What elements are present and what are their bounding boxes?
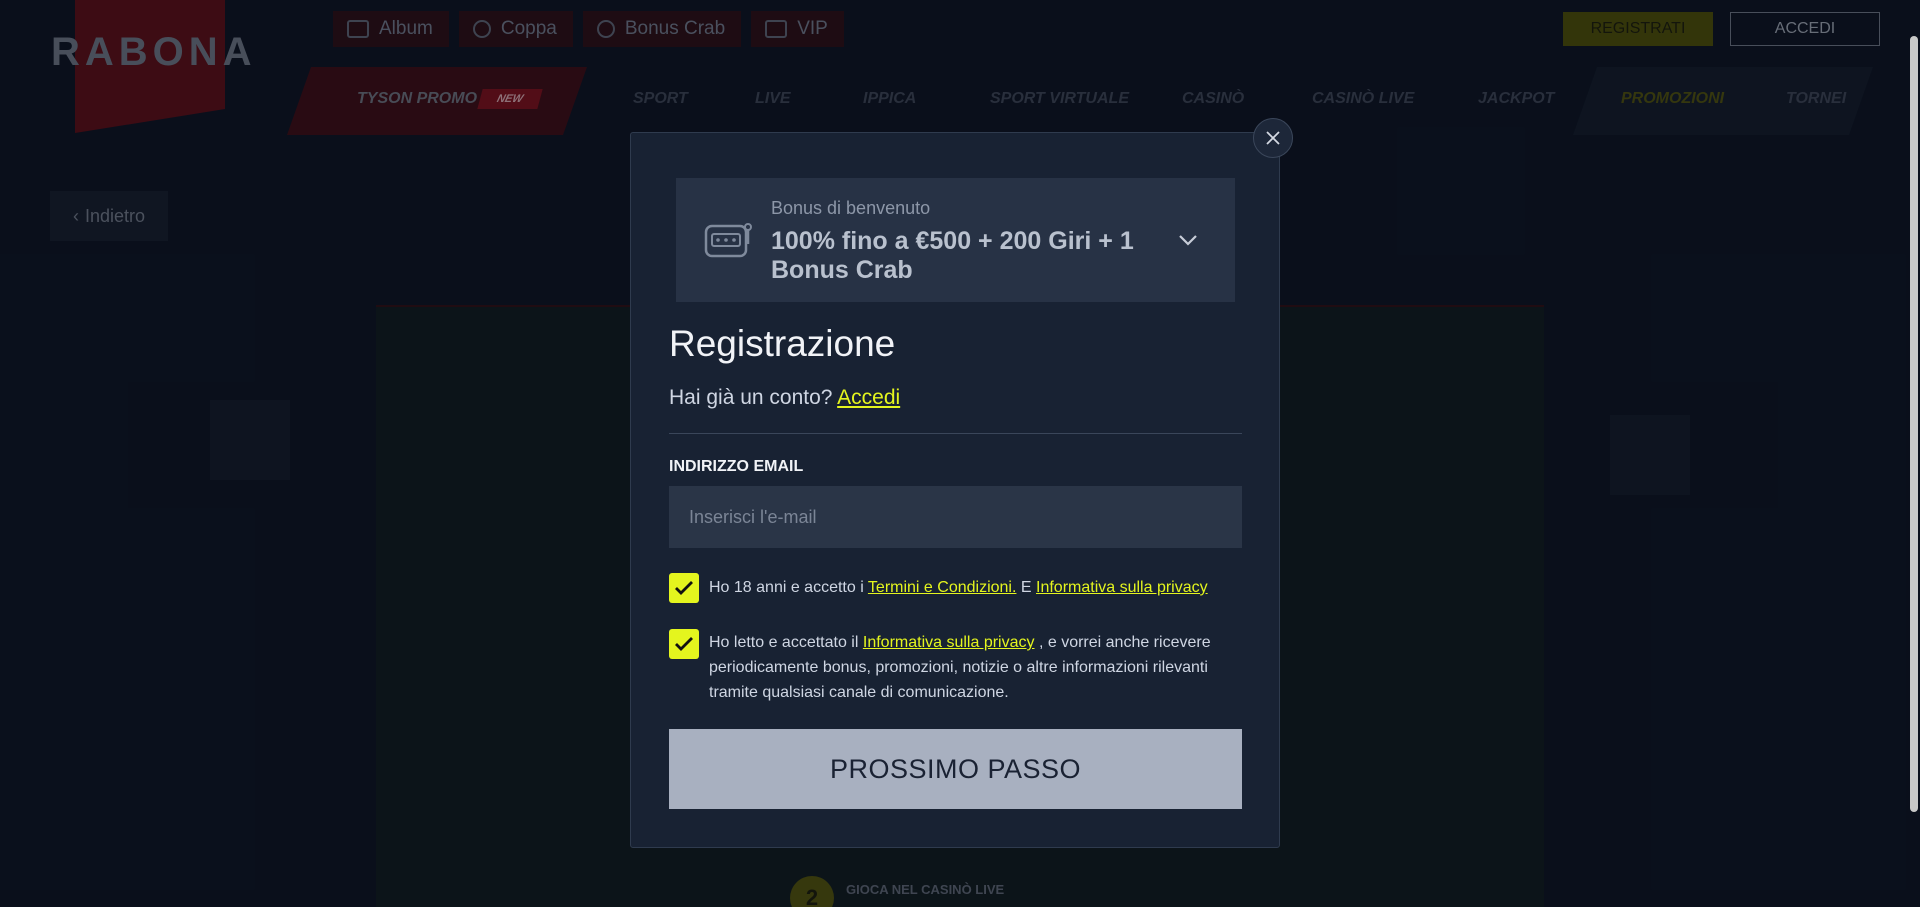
login-link[interactable]: Accedi (837, 386, 900, 409)
bonus-selector[interactable]: Bonus di benvenuto 100% fino a €500 + 20… (676, 178, 1235, 302)
marketing-consent-checkbox[interactable] (669, 629, 699, 659)
age-terms-text: Ho 18 anni e accetto i Termini e Condizi… (709, 575, 1208, 600)
chevron-down-icon (1179, 235, 1197, 246)
next-step-button[interactable]: PROSSIMO PASSO (669, 729, 1242, 809)
consent-middle: E (1020, 579, 1032, 596)
email-label: INDIRIZZO EMAIL (669, 458, 804, 475)
close-icon[interactable] (1253, 118, 1293, 158)
bonus-title: 100% fino a €500 + 200 Giri + 1 Bonus Cr… (771, 227, 1134, 284)
registration-modal: Bonus di benvenuto 100% fino a €500 + 20… (630, 132, 1280, 848)
consent-prefix: Ho letto e accettato il (709, 634, 859, 651)
slot-machine-icon (704, 223, 752, 258)
scrollbar[interactable] (1910, 36, 1918, 812)
privacy-link[interactable]: Informativa sulla privacy (1036, 579, 1208, 596)
age-terms-checkbox[interactable] (669, 573, 699, 603)
have-account-text: Hai già un conto? (669, 386, 833, 409)
modal-title: Registrazione (669, 323, 896, 364)
marketing-consent-text: Ho letto e accettato il Informativa sull… (709, 630, 1229, 705)
email-field[interactable] (669, 486, 1242, 548)
checkmark-icon (675, 637, 693, 651)
consent-prefix: Ho 18 anni e accetto i (709, 579, 864, 596)
close-x-icon (1266, 131, 1280, 145)
divider (669, 433, 1242, 434)
terms-link[interactable]: Termini e Condizioni. (868, 579, 1017, 596)
have-account-row: Hai già un conto? Accedi (669, 386, 900, 410)
privacy-link[interactable]: Informativa sulla privacy (863, 634, 1035, 651)
checkmark-icon (675, 581, 693, 595)
bonus-subtitle: Bonus di benvenuto (771, 198, 931, 218)
